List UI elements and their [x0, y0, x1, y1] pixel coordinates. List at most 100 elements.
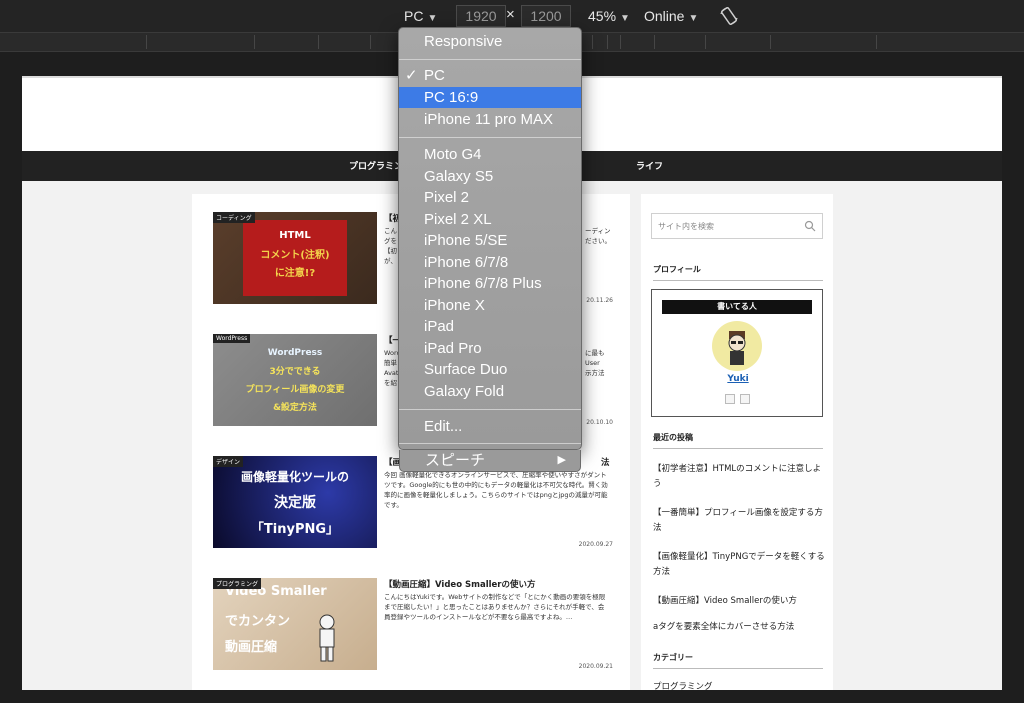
search-input[interactable]: サイト内を検索	[651, 213, 823, 239]
menu-item-pc-16-9[interactable]: PC 16:9	[399, 87, 581, 108]
feedly-icon[interactable]	[725, 394, 735, 404]
post-thumbnail[interactable]: HTML コメント(注釈) に注意!? コーディング	[213, 212, 377, 304]
height-input[interactable]: 1200	[521, 5, 571, 27]
rotate-icon[interactable]	[719, 6, 739, 26]
menu-separator	[399, 59, 581, 60]
profile-name-link[interactable]: Yuki	[652, 374, 824, 384]
ruler-segment	[770, 35, 771, 49]
thumbnail-text: 3分でできる	[269, 367, 321, 377]
menu-separator	[399, 137, 581, 138]
post-title[interactable]: 法	[601, 456, 613, 468]
profile-header: 書いてる人	[662, 300, 812, 314]
post-excerpt: に最も User 示方法	[585, 349, 605, 377]
menu-item-label: スピーチ	[425, 452, 486, 469]
ruler-segment	[254, 35, 255, 49]
menu-separator	[399, 409, 581, 410]
menu-item-pc[interactable]: ✓ PC	[399, 65, 581, 86]
recent-post-link[interactable]: 【一番簡単】プロフィール画像を設定する方法	[653, 506, 825, 536]
menu-item-iphone-6-7-8[interactable]: iPhone 6/7/8	[399, 252, 581, 273]
zoom-select-label: 45%	[588, 8, 617, 24]
post-card[interactable]: Video Smaller でカンタン 動画圧縮 プログラミング 【動画圧縮】V…	[213, 578, 613, 678]
post-date: 2020.09.27	[578, 541, 613, 548]
post-title[interactable]: 【動画圧縮】Video Smallerの使い方	[384, 578, 612, 590]
sidebar: サイト内を検索 プロフィール 書いてる人 Yuki 最近の投稿 【初学者注意】H…	[641, 194, 833, 690]
widget-title-recent: 最近の投稿	[653, 432, 823, 449]
menu-item-galaxy-s5[interactable]: Galaxy S5	[399, 166, 581, 187]
menu-item-iphone-11-pro-max[interactable]: iPhone 11 pro MAX	[399, 109, 581, 130]
thumbnail-text: でカンタン	[225, 614, 291, 629]
post-date: 2020.09.21	[578, 663, 613, 670]
thumbnail-text: WordPress	[267, 348, 323, 358]
post-date: 20.10.10	[586, 419, 613, 426]
thumbnail-text: に注意!?	[274, 268, 316, 279]
category-badge: プログラミング	[213, 578, 262, 589]
thumbnail-text: &設定方法	[273, 403, 317, 413]
post-thumbnail[interactable]: 画像軽量化ツールの 決定版 「TinyPNG」 デザイン	[213, 456, 377, 548]
post-excerpt: 今回 画像軽量化できるオンラインサービスで、圧縮率や使いやすさがダントツです。G…	[384, 471, 608, 509]
ruler-segment	[146, 35, 147, 49]
ruler-segment	[607, 35, 608, 49]
thumbnail-text: プロフィール画像の変更	[245, 385, 345, 395]
search-placeholder: サイト内を検索	[658, 222, 714, 231]
category-badge: WordPress	[213, 334, 251, 343]
thumbnail-text: 動画圧縮	[225, 640, 278, 655]
ruler-segment	[620, 35, 621, 49]
thumbnail-text: 決定版	[274, 495, 316, 511]
category-badge: コーディング	[213, 212, 255, 223]
stormtrooper-figure-icon	[319, 614, 335, 662]
ruler-segment	[370, 35, 371, 49]
nav-item-programming[interactable]: プログラミン	[349, 159, 403, 172]
chevron-right-icon: ▶	[557, 454, 566, 466]
menu-item-pixel-2[interactable]: Pixel 2	[399, 187, 581, 208]
menu-item-moto-g4[interactable]: Moto G4	[399, 144, 581, 165]
ruler-segment	[592, 35, 593, 49]
recent-post-link[interactable]: 【初学者注意】HTMLのコメントに注意しよう	[653, 462, 825, 492]
post-thumbnail[interactable]: WordPress 3分でできる プロフィール画像の変更 &設定方法 WordP…	[213, 334, 377, 426]
menu-item-iphone-6-7-8-plus[interactable]: iPhone 6/7/8 Plus	[399, 273, 581, 294]
chevron-down-icon: ▼	[688, 13, 699, 24]
post-excerpt: ーディン ださい。	[585, 227, 611, 245]
chevron-down-icon: ▼	[427, 13, 438, 24]
menu-item-label: PC	[424, 67, 445, 84]
ruler-segment	[876, 35, 877, 49]
category-badge: デザイン	[213, 456, 244, 467]
profile-card: 書いてる人 Yuki	[651, 289, 823, 417]
thumbnail-text: 画像軽量化ツールの	[240, 470, 349, 484]
menu-item-ipad-pro[interactable]: iPad Pro	[399, 338, 581, 359]
menu-item-iphone-5-se[interactable]: iPhone 5/SE	[399, 230, 581, 251]
menu-item-speech[interactable]: スピーチ ▶	[399, 450, 581, 472]
thumbnail-text: HTML	[279, 230, 311, 241]
times-separator: ×	[506, 6, 515, 23]
device-select[interactable]: PC ▼	[404, 6, 437, 29]
thumbnail-text: コメント(注釈)	[260, 250, 330, 261]
search-icon[interactable]	[804, 220, 816, 232]
menu-item-edit[interactable]: Edit...	[399, 416, 581, 437]
widget-title-profile: プロフィール	[653, 264, 823, 281]
checkmark-icon: ✓	[405, 67, 418, 84]
width-input[interactable]: 1920	[456, 5, 506, 27]
menu-item-iphone-x[interactable]: iPhone X	[399, 295, 581, 316]
avatar	[712, 321, 762, 371]
thumbnail-text: 「TinyPNG」	[250, 522, 340, 537]
menu-item-responsive[interactable]: Responsive	[399, 31, 581, 52]
nav-item-life[interactable]: ライフ	[636, 159, 663, 172]
device-dropdown-menu: Responsive ✓ PC PC 16:9 iPhone 11 pro MA…	[398, 27, 582, 450]
zoom-select[interactable]: 45% ▼	[588, 6, 630, 29]
recent-post-link[interactable]: 【動画圧縮】Video Smallerの使い方	[653, 594, 825, 609]
ruler-segment	[654, 35, 655, 49]
rss-icon[interactable]	[740, 394, 750, 404]
ruler-segment	[705, 35, 706, 49]
menu-item-pixel-2-xl[interactable]: Pixel 2 XL	[399, 209, 581, 230]
network-select-label: Online	[644, 8, 685, 24]
widget-title-category: カテゴリー	[653, 652, 823, 669]
menu-item-surface-duo[interactable]: Surface Duo	[399, 359, 581, 380]
post-thumbnail[interactable]: Video Smaller でカンタン 動画圧縮 プログラミング	[213, 578, 377, 670]
category-link[interactable]: プログラミング	[653, 680, 825, 690]
recent-post-link[interactable]: 【画像軽量化】TinyPNGでデータを軽くする方法	[653, 550, 825, 580]
chevron-down-icon: ▼	[620, 13, 630, 24]
menu-item-galaxy-fold[interactable]: Galaxy Fold	[399, 381, 581, 402]
network-select[interactable]: Online ▼	[644, 6, 698, 29]
menu-item-ipad[interactable]: iPad	[399, 316, 581, 337]
recent-post-link[interactable]: aタグを要素全体にカバーさせる方法	[653, 620, 825, 635]
device-select-label: PC	[404, 8, 424, 24]
